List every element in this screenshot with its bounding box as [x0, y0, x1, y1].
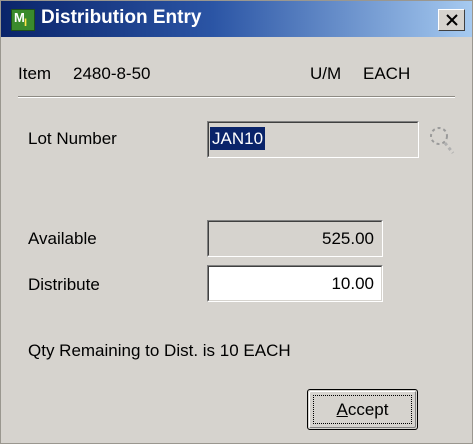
lot-number-label: Lot Number [28, 129, 117, 148]
app-icon: M I [11, 9, 35, 31]
lookup-icon [430, 127, 455, 154]
distribute-value: 10.00 [331, 274, 374, 293]
lot-number-value: JAN10 [210, 127, 266, 150]
distribute-field[interactable]: 10.00 [207, 265, 383, 302]
close-button[interactable] [438, 9, 465, 31]
item-label: Item [18, 64, 52, 83]
header-divider [18, 96, 455, 98]
lot-lookup-button[interactable] [425, 120, 457, 158]
close-icon [445, 14, 458, 26]
window-title: Distribution Entry [41, 7, 202, 28]
available-label: Available [28, 229, 97, 248]
accept-button-label: Accept [308, 400, 417, 420]
app-icon-letter-i: I [24, 17, 28, 29]
available-field: 525.00 [207, 220, 383, 257]
um-value: EACH [363, 64, 411, 83]
um-label: U/M [310, 64, 342, 83]
qty-remaining-message: Qty Remaining to Dist. is 10 EACH [28, 341, 291, 360]
distribution-entry-dialog: M I Distribution Entry Item 2480-8-50 U/… [0, 0, 473, 444]
accept-mnemonic: A [336, 400, 348, 419]
lot-number-field[interactable]: JAN10 [207, 121, 419, 158]
available-value: 525.00 [322, 229, 374, 248]
accept-button[interactable]: Accept [307, 389, 418, 430]
accept-label-rest: ccept [347, 400, 389, 419]
distribute-label: Distribute [28, 275, 100, 294]
title-bar[interactable]: M I Distribution Entry [1, 1, 472, 37]
item-value: 2480-8-50 [73, 64, 151, 83]
